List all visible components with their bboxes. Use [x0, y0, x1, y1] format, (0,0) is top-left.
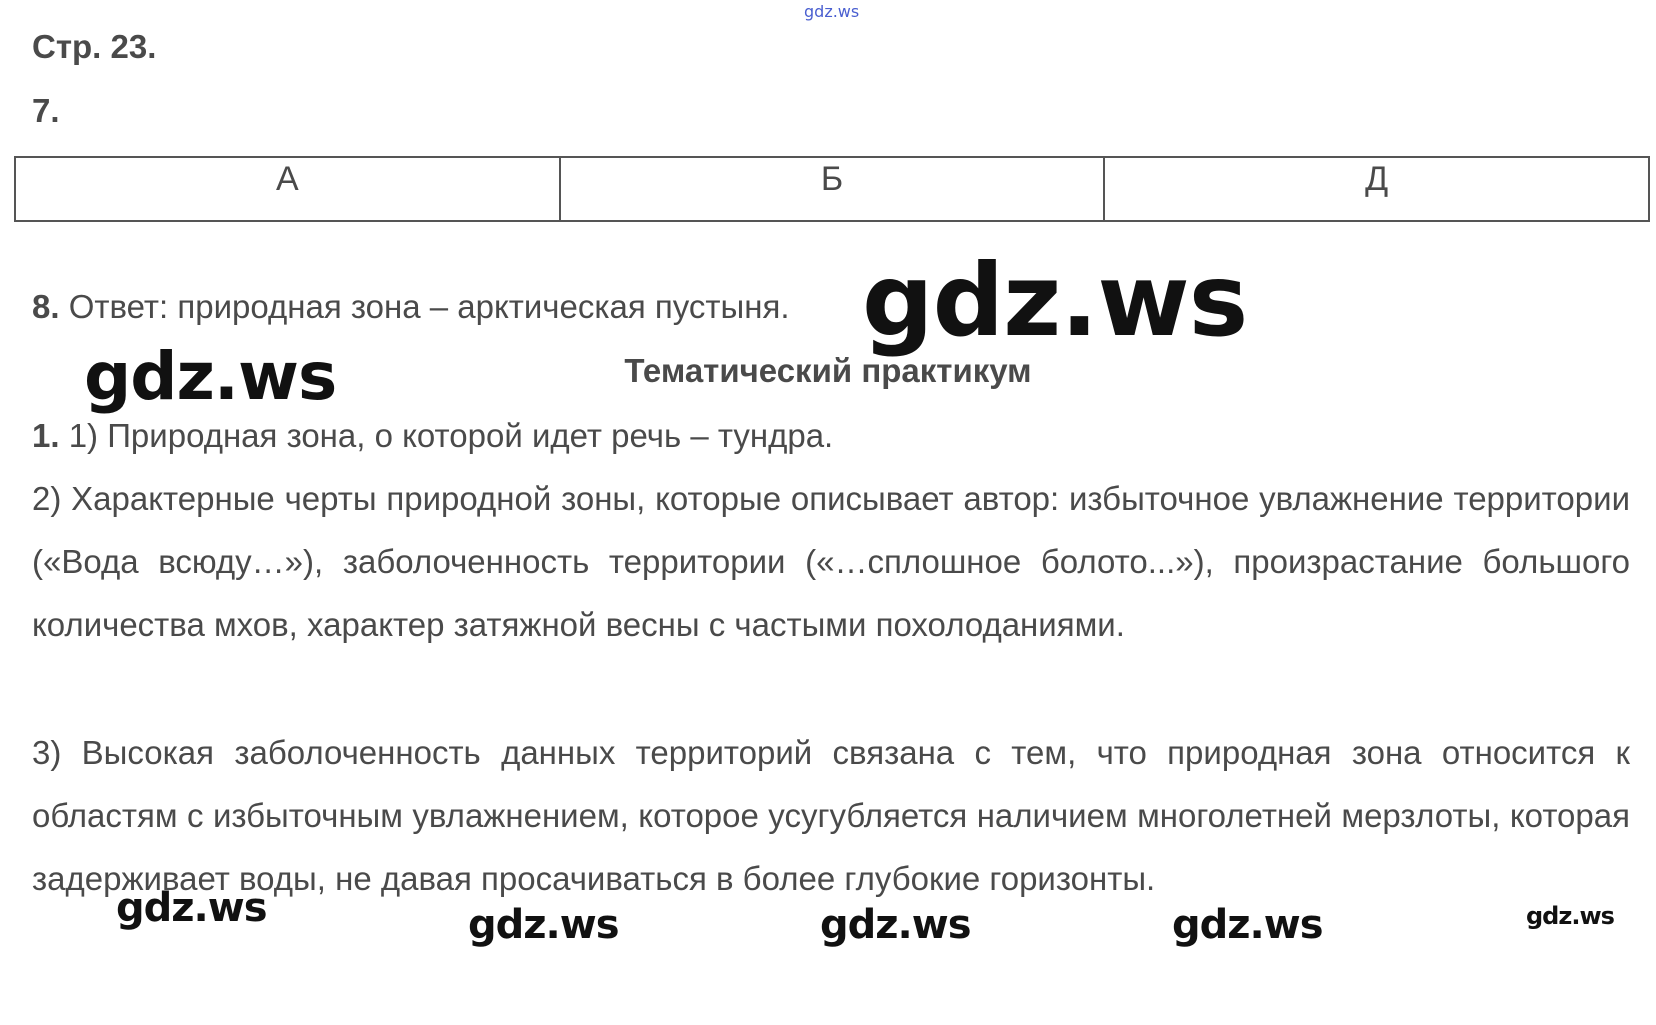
watermark-bottom-1: gdz.ws	[116, 885, 268, 931]
task-8-number: 8.	[32, 288, 60, 325]
watermark-left: gdz.ws	[84, 338, 337, 415]
watermark-bottom-4: gdz.ws	[1172, 902, 1324, 948]
watermark-bottom-5: gdz.ws	[1526, 902, 1615, 930]
table-cell-1: А	[14, 156, 561, 222]
table-row: А Б Д	[14, 156, 1650, 222]
table-cell-2: Б	[558, 156, 1106, 222]
watermark-large: gdz.ws	[862, 242, 1248, 359]
page-reference: Стр. 23.	[32, 28, 157, 65]
task-8-answer: 8. Ответ: природная зона – арктическая п…	[32, 288, 790, 326]
answer-table: А Б Д	[14, 156, 1650, 222]
task-1-paragraph-2: 2) Характерные черты природной зоны, кот…	[32, 480, 1630, 643]
task-7-number: 7.	[32, 92, 60, 129]
watermark-top: gdz.ws	[804, 2, 860, 21]
task-1-number: 1.	[32, 417, 60, 454]
watermark-bottom-3: gdz.ws	[820, 902, 972, 948]
task-1-paragraph-1-text: 1) Природная зона, о которой идет речь –…	[59, 417, 834, 454]
watermark-bottom-2: gdz.ws	[468, 902, 620, 948]
task-8-text: Ответ: природная зона – арктическая пуст…	[59, 288, 790, 325]
task-1-paragraph-3: 3) Высокая заболоченность данных террито…	[32, 734, 1630, 897]
table-cell-3: Д	[1103, 156, 1650, 222]
